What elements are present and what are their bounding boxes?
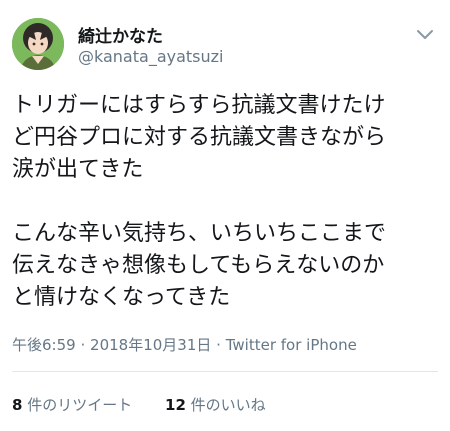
display-name[interactable]: 綺辻かなた (78, 22, 163, 47)
avatar[interactable] (12, 18, 64, 70)
likes-stat[interactable]: 12 件のいいね (165, 394, 266, 415)
tweet-time[interactable]: 午後6:59 (12, 336, 76, 354)
tweet-meta: 午後6:59 · 2018年10月31日 · Twitter for iPhon… (12, 334, 357, 355)
retweets-label: 件のリツイート (27, 396, 133, 414)
tweet-text-line: と情けなくなってきた (12, 285, 231, 310)
meta-separator: · (216, 336, 221, 354)
tweet-text-line: 涙が出てきた (12, 157, 144, 182)
tweet-stats: 8 件のリツイート 12 件のいいね (12, 394, 266, 415)
likes-count: 12 (165, 396, 186, 414)
tweet-date[interactable]: 2018年10月31日 (90, 336, 211, 354)
tweet-text-line: 伝えなきゃ想像もしてもらえないのか (12, 253, 385, 278)
tweet: 綺辻かなた @kanata_ayatsuzi トリガーにはすらすら抗議文書けたけ… (0, 0, 450, 431)
tweet-text-line (12, 186, 444, 218)
tweet-text: トリガーにはすらすら抗議文書けたけ ど円谷プロに対する抗議文書きながら 涙が出て… (12, 90, 444, 314)
divider (12, 371, 438, 372)
avatar-illustration (12, 18, 64, 70)
tweet-text-line: こんな辛い気持ち、いちいちここまで (12, 221, 387, 246)
tweet-text-line: ど円谷プロに対する抗議文書きながら (12, 125, 387, 150)
chevron-down-icon[interactable] (416, 26, 434, 40)
retweets-stat[interactable]: 8 件のリツイート (12, 394, 132, 415)
user-handle[interactable]: @kanata_ayatsuzi (78, 47, 223, 66)
tweet-text-line: トリガーにはすらすら抗議文書けたけ (12, 93, 386, 118)
likes-label: 件のいいね (190, 396, 266, 414)
tweet-source-link[interactable]: Twitter for iPhone (226, 336, 357, 354)
retweets-count: 8 (12, 396, 23, 414)
meta-separator: · (80, 336, 86, 354)
